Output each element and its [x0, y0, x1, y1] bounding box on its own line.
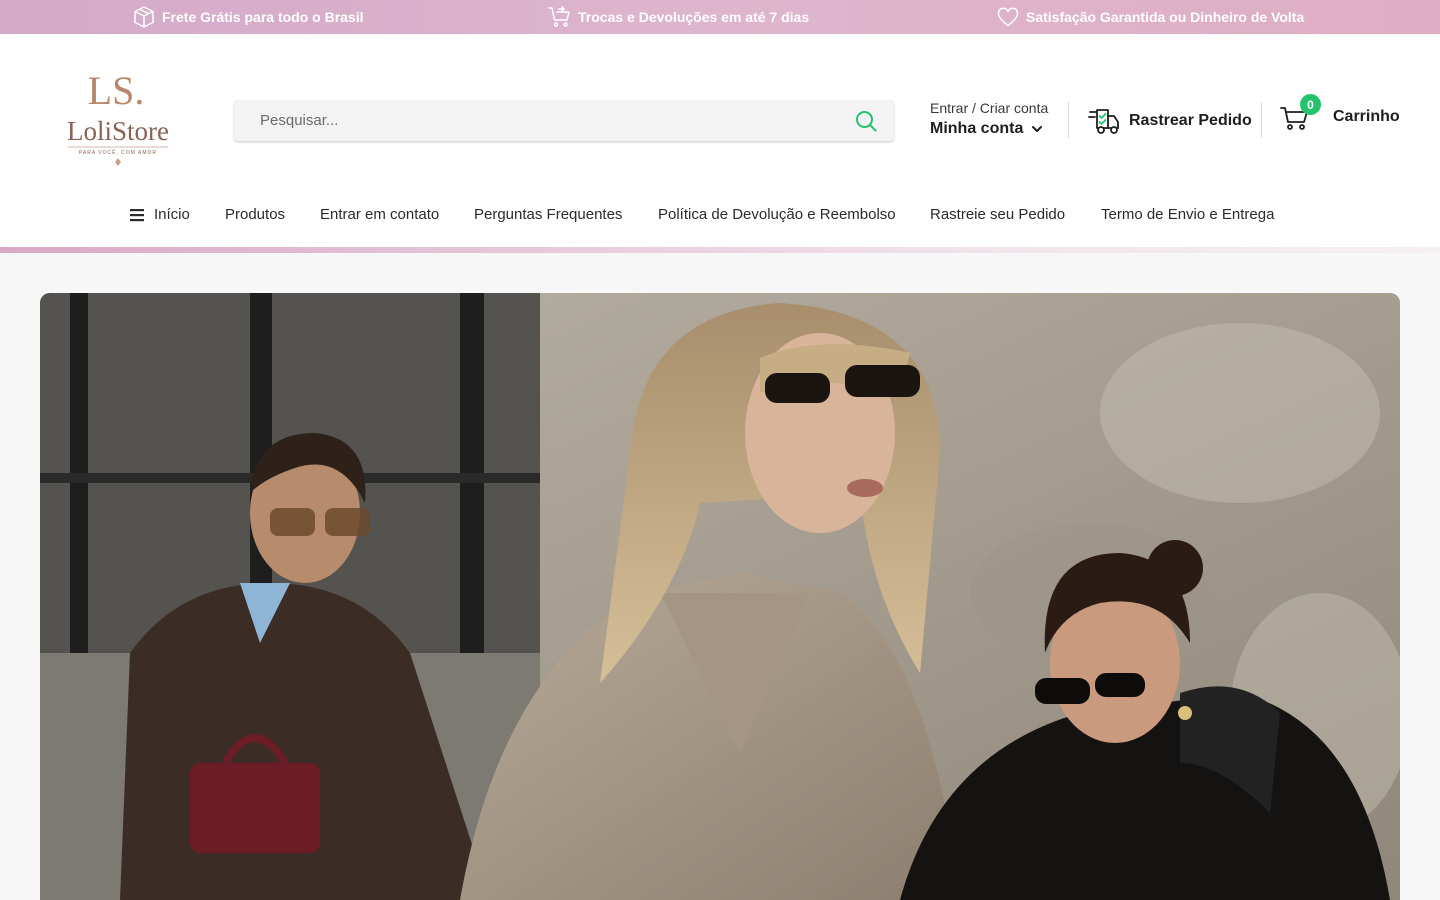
header-accent-line: [0, 247, 1440, 253]
nav-item-envio[interactable]: Termo de Envio e Entrega: [1101, 206, 1274, 223]
main-navigation: Início Produtos Entrar em contato Pergun…: [0, 206, 1440, 226]
announcement-text: Trocas e Devoluções em até 7 dias: [578, 9, 810, 25]
announcement-returns: Trocas e Devoluções em até 7 dias: [548, 0, 809, 34]
announcement-guarantee: Satisfação Garantida ou Dinheiro de Volt…: [996, 0, 1304, 34]
nav-item-inicio[interactable]: Início: [130, 206, 190, 223]
cart-count-badge: 0: [1300, 94, 1321, 115]
nav-item-produtos[interactable]: Produtos: [225, 206, 285, 223]
search-icon[interactable]: [854, 109, 878, 133]
logo-tagline: PARA VOCÊ, COM AMOR: [79, 148, 157, 156]
announcement-text: Satisfação Garantida ou Dinheiro de Volt…: [1026, 9, 1305, 25]
heart-icon: [997, 7, 1019, 27]
cart-icon-wrap: 0: [1280, 94, 1321, 132]
account-menu[interactable]: Entrar / Criar conta Minha conta: [930, 100, 1048, 138]
nav-item-rastreie[interactable]: Rastreie seu Pedido: [930, 206, 1065, 223]
nav-item-devolucao[interactable]: Política de Devolução e Reembolso: [658, 206, 896, 223]
site-header: LS. LoliStore PARA VOCÊ, COM AMOR Entrar…: [0, 34, 1440, 247]
hero-banner[interactable]: [40, 293, 1400, 900]
package-icon: [134, 6, 154, 28]
cart-label: Carrinho: [1333, 108, 1400, 125]
nav-item-faq[interactable]: Perguntas Frequentes: [474, 206, 622, 223]
announcement-bar: Frete Grátis para todo o Brasil Trocas e…: [0, 0, 1440, 34]
nav-item-label: Início: [154, 206, 190, 223]
delivery-truck-icon: [1088, 109, 1119, 134]
my-account-label: Minha conta: [930, 120, 1024, 137]
track-order-label: Rastrear Pedido: [1129, 112, 1252, 129]
chevron-down-icon: [1032, 126, 1043, 132]
store-logo[interactable]: LS. LoliStore PARA VOCÊ, COM AMOR: [56, 68, 180, 170]
my-account-dropdown[interactable]: Minha conta: [930, 120, 1048, 138]
account-login-link[interactable]: Entrar / Criar conta: [930, 100, 1048, 116]
search-bar: [234, 100, 894, 141]
announcement-text: Frete Grátis para todo o Brasil: [162, 9, 364, 25]
logo-monogram: LS.: [88, 70, 145, 113]
menu-icon: [130, 208, 144, 221]
announcement-free-shipping: Frete Grátis para todo o Brasil: [132, 0, 364, 34]
track-order-link[interactable]: Rastrear Pedido: [1088, 106, 1252, 136]
header-divider: [1068, 102, 1069, 138]
nav-item-contato[interactable]: Entrar em contato: [320, 206, 439, 223]
logo-wordmark: LoliStore: [67, 116, 169, 146]
search-input[interactable]: [234, 112, 834, 129]
cart-return-icon: [548, 6, 570, 27]
cart-button[interactable]: 0 Carrinho: [1280, 94, 1400, 132]
header-divider: [1261, 102, 1262, 138]
hero-image: [40, 293, 1400, 900]
